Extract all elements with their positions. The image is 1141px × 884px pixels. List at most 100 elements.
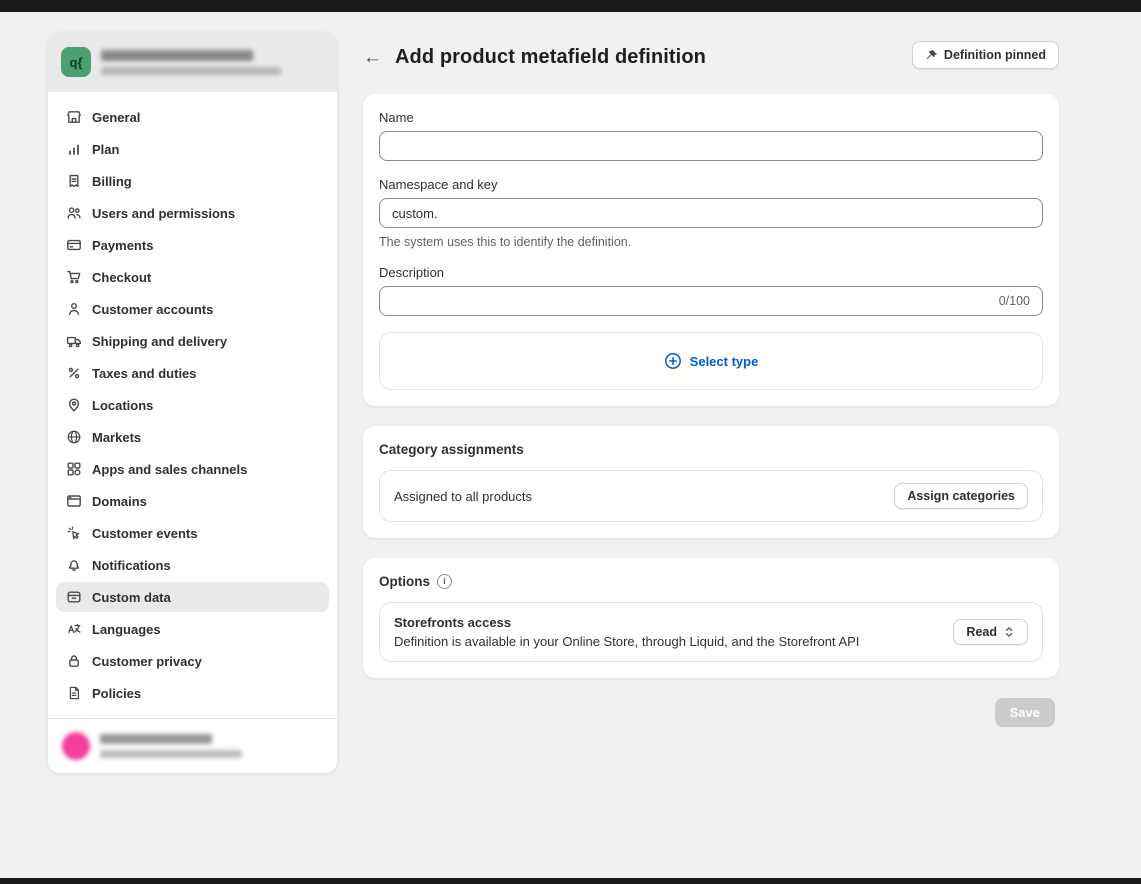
store-header[interactable]: q{ (48, 32, 337, 92)
pin-icon (925, 49, 938, 62)
sidebar-item-label: Domains (92, 494, 147, 509)
store-domain-redacted (101, 67, 281, 75)
settings-sidebar: q{ General Plan Billing (48, 32, 337, 773)
top-black-bar (0, 0, 1141, 12)
storefronts-access-row: Storefronts access Definition is availab… (379, 602, 1043, 662)
percent-icon (66, 365, 82, 381)
name-field-group: Name (379, 110, 1043, 161)
sidebar-item-label: Locations (92, 398, 153, 413)
user-name-redacted (100, 734, 212, 744)
definition-form-card: Name Namespace and key The system uses t… (363, 94, 1059, 406)
sidebar-item-label: Customer privacy (92, 654, 202, 669)
save-button[interactable]: Save (995, 698, 1055, 727)
receipt-icon (66, 173, 82, 189)
sidebar-item-users-permissions[interactable]: Users and permissions (56, 198, 329, 228)
sidebar-item-payments[interactable]: Payments (56, 230, 329, 260)
sidebar-item-label: Billing (92, 174, 132, 189)
store-icon (66, 109, 82, 125)
select-type-label: Select type (690, 354, 759, 369)
sidebar-item-label: Plan (92, 142, 119, 157)
policy-doc-icon (66, 685, 82, 701)
storefronts-access-select-value: Read (966, 625, 997, 639)
plus-circle-icon (664, 352, 682, 370)
sidebar-item-taxes-duties[interactable]: Taxes and duties (56, 358, 329, 388)
definition-pinned-button[interactable]: Definition pinned (912, 41, 1059, 69)
location-pin-icon (66, 397, 82, 413)
options-card: Options i Storefronts access Definition … (363, 558, 1059, 678)
truck-icon (66, 333, 82, 349)
save-row: Save (363, 698, 1059, 727)
back-arrow-icon[interactable]: ← (363, 48, 382, 67)
sidebar-item-label: Notifications (92, 558, 171, 573)
sidebar-item-plan[interactable]: Plan (56, 134, 329, 164)
select-type-button[interactable]: Select type (379, 332, 1043, 390)
sidebar-item-apps-sales-channels[interactable]: Apps and sales channels (56, 454, 329, 484)
sidebar-item-locations[interactable]: Locations (56, 390, 329, 420)
storefronts-access-select[interactable]: Read (953, 619, 1028, 645)
storefronts-access-text: Storefronts access Definition is availab… (394, 615, 859, 649)
globe-icon (66, 429, 82, 445)
name-input[interactable] (379, 131, 1043, 161)
main-content: ← Add product metafield definition Defin… (363, 40, 1059, 727)
sidebar-item-customer-accounts[interactable]: Customer accounts (56, 294, 329, 324)
assign-categories-button[interactable]: Assign categories (894, 483, 1028, 509)
apps-grid-icon (66, 461, 82, 477)
sidebar-item-label: Languages (92, 622, 161, 637)
store-avatar: q{ (61, 47, 91, 77)
category-section-title: Category assignments (379, 442, 1043, 457)
cart-icon (66, 269, 82, 285)
sidebar-item-label: Customer events (92, 526, 197, 541)
options-title-row: Options i (379, 574, 1043, 589)
payments-card-icon (66, 237, 82, 253)
store-identity (101, 50, 281, 75)
storefronts-access-description: Definition is available in your Online S… (394, 634, 859, 649)
sidebar-item-customer-privacy[interactable]: Customer privacy (56, 646, 329, 676)
sidebar-item-markets[interactable]: Markets (56, 422, 329, 452)
sidebar-item-label: Markets (92, 430, 141, 445)
namespace-key-input[interactable] (379, 198, 1043, 228)
sidebar-item-shipping-delivery[interactable]: Shipping and delivery (56, 326, 329, 356)
plan-bars-icon (66, 141, 82, 157)
page-title: Add product metafield definition (395, 46, 706, 69)
sidebar-item-languages[interactable]: Languages (56, 614, 329, 644)
sidebar-item-billing[interactable]: Billing (56, 166, 329, 196)
sidebar-item-label: General (92, 110, 140, 125)
sidebar-item-notifications[interactable]: Notifications (56, 550, 329, 580)
description-input[interactable]: 0/100 (379, 286, 1043, 316)
sidebar-item-label: Payments (92, 238, 153, 253)
info-icon[interactable]: i (437, 574, 452, 589)
sidebar-item-domains[interactable]: Domains (56, 486, 329, 516)
sidebar-item-label: Policies (92, 686, 141, 701)
description-field-group: Description 0/100 (379, 265, 1043, 316)
sidebar-item-label: Users and permissions (92, 206, 235, 221)
lock-icon (66, 653, 82, 669)
chevron-updown-icon (1003, 625, 1015, 639)
sidebar-item-custom-data[interactable]: Custom data (56, 582, 329, 612)
user-identity (100, 734, 242, 758)
browser-icon (66, 493, 82, 509)
bell-icon (66, 557, 82, 573)
user-footer[interactable] (48, 718, 337, 773)
category-status-text: Assigned to all products (394, 489, 532, 504)
bottom-black-bar (0, 878, 1141, 884)
sidebar-item-general[interactable]: General (56, 102, 329, 132)
namespace-help-text: The system uses this to identify the def… (379, 235, 1043, 249)
namespace-label: Namespace and key (379, 177, 1043, 192)
options-section-title: Options (379, 574, 430, 589)
person-icon (66, 301, 82, 317)
sidebar-item-label: Custom data (92, 590, 171, 605)
category-assignment-row: Assigned to all products Assign categori… (379, 470, 1043, 522)
store-name-redacted (101, 50, 253, 61)
sidebar-item-label: Checkout (92, 270, 151, 285)
category-assignments-card: Category assignments Assigned to all pro… (363, 426, 1059, 538)
description-input-inner[interactable] (392, 294, 999, 309)
users-icon (66, 205, 82, 221)
description-label: Description (379, 265, 1043, 280)
sidebar-item-policies[interactable]: Policies (56, 678, 329, 708)
sidebar-item-checkout[interactable]: Checkout (56, 262, 329, 292)
pinned-button-label: Definition pinned (944, 48, 1046, 62)
sidebar-item-customer-events[interactable]: Customer events (56, 518, 329, 548)
sidebar-item-label: Apps and sales channels (92, 462, 247, 477)
user-avatar-pink (62, 732, 90, 760)
translate-icon (66, 621, 82, 637)
